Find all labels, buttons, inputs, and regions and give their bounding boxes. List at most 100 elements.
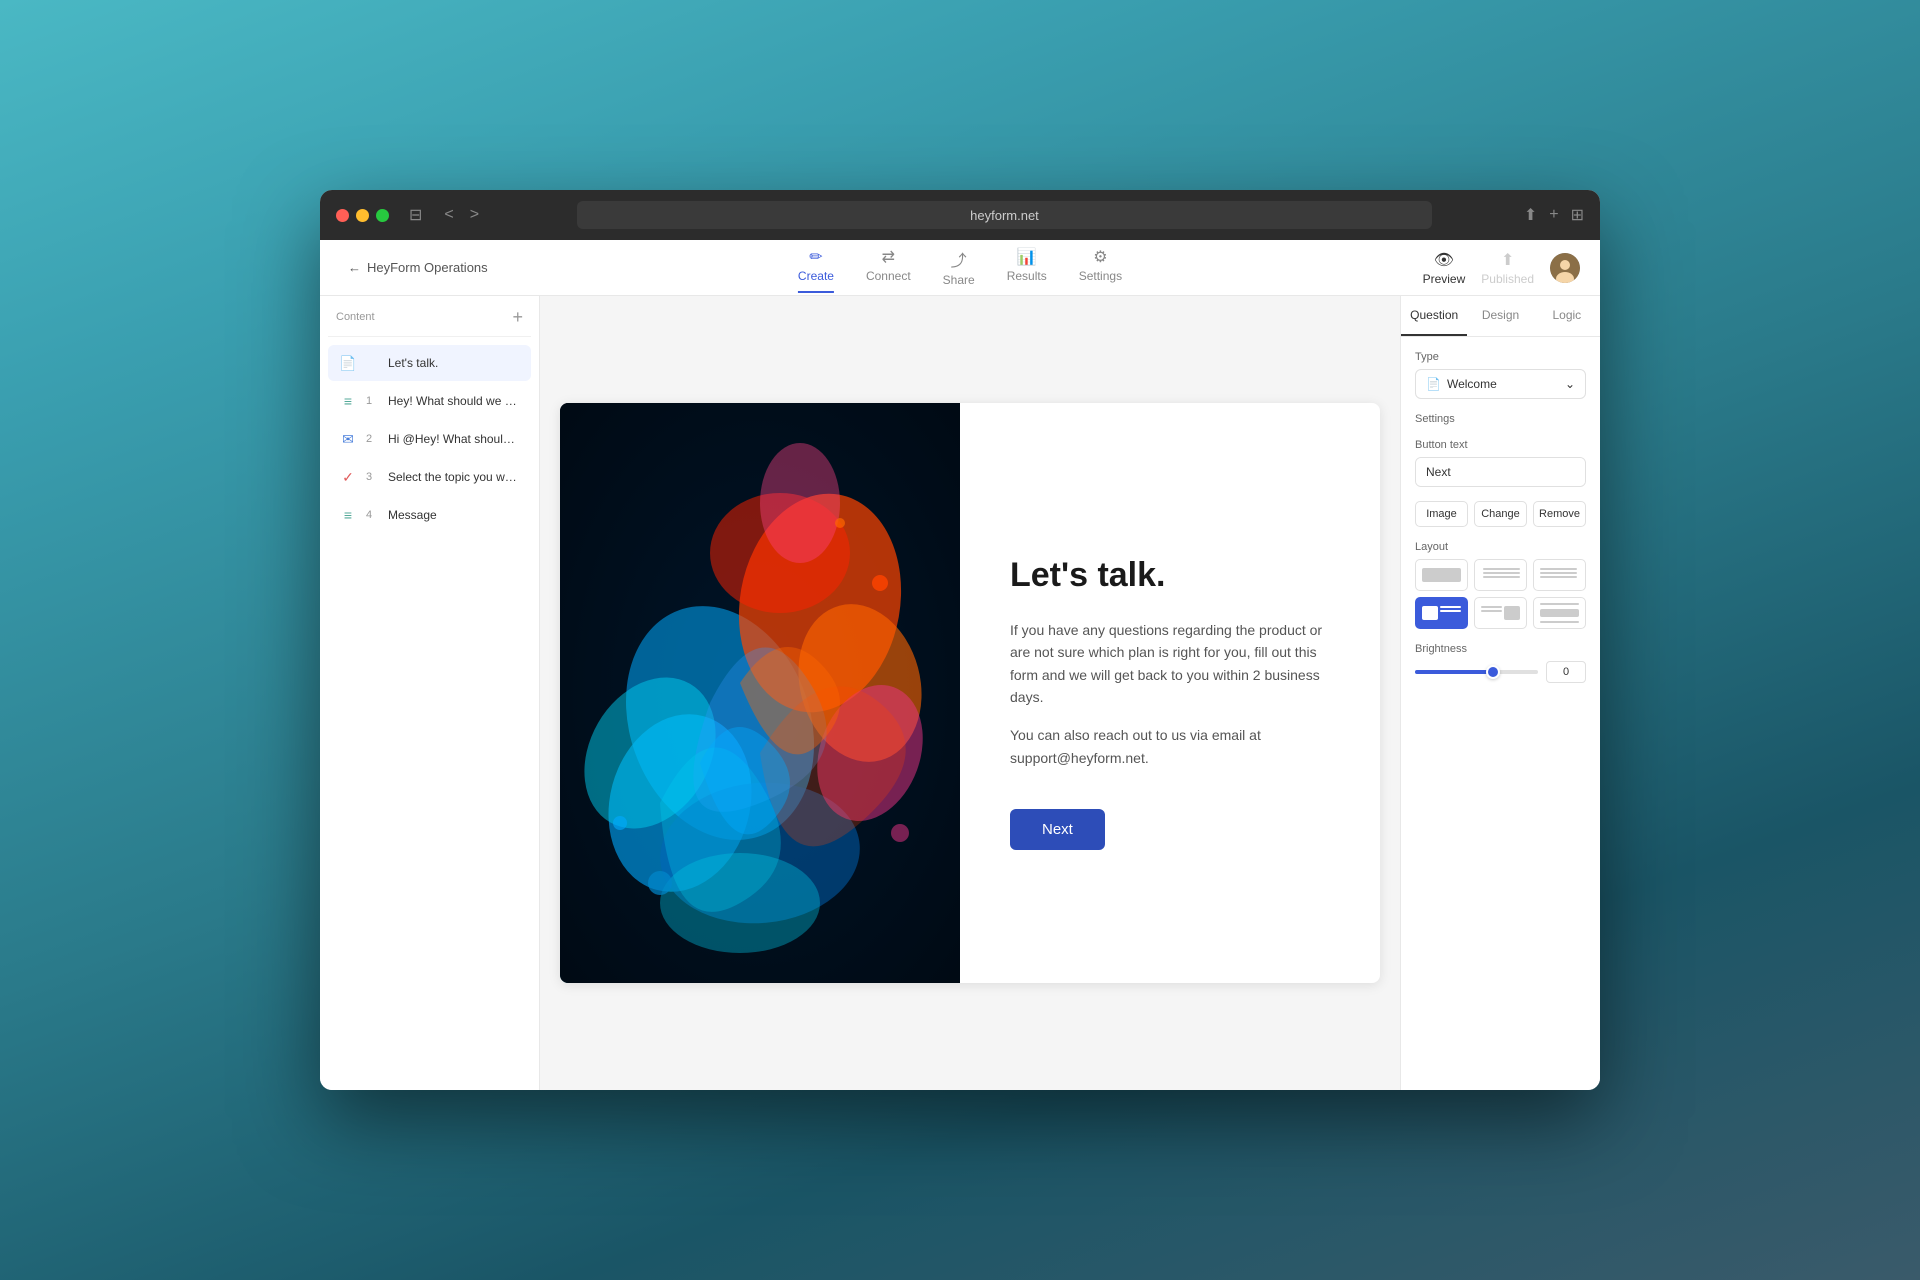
sidebar-item-welcome[interactable]: 📄 Let's talk. bbox=[328, 345, 531, 381]
preview-button[interactable]: 👁 Preview bbox=[1423, 250, 1466, 286]
image-section: Image Change Remove bbox=[1415, 501, 1586, 527]
create-icon: ✏ bbox=[809, 247, 822, 267]
image-button[interactable]: Image bbox=[1415, 501, 1468, 527]
sidebar-item-q2[interactable]: ✉ 2 Hi @Hey! What should we call you?. E… bbox=[328, 421, 531, 457]
brightness-slider-track[interactable] bbox=[1415, 670, 1538, 674]
back-to-forms-button[interactable]: ← HeyForm Operations bbox=[340, 256, 496, 279]
brightness-section-label: Brightness bbox=[1415, 643, 1586, 655]
sidebar-item-num-q1: 1 bbox=[366, 395, 380, 407]
close-traffic-light[interactable] bbox=[336, 209, 349, 222]
sidebar-item-icon-q3: ✓ bbox=[338, 467, 358, 487]
sidebar: Content + 📄 Let's talk. ≡ 1 Hey! What sh… bbox=[320, 296, 540, 1090]
tab-settings[interactable]: ⚙ Settings bbox=[1079, 243, 1122, 293]
form-preview-card: Let's talk. If you have any questions re… bbox=[560, 403, 1380, 983]
app-header: ← HeyForm Operations ✏ Create ⇄ Connect … bbox=[320, 240, 1600, 296]
user-avatar[interactable] bbox=[1550, 253, 1580, 283]
panel-tab-design-label: Design bbox=[1482, 308, 1519, 322]
layout-section-label: Layout bbox=[1415, 541, 1586, 553]
sidebar-toggle-button[interactable]: ⊟ bbox=[409, 205, 422, 225]
new-tab-button[interactable]: + bbox=[1549, 205, 1558, 225]
eye-icon: 👁 bbox=[1434, 250, 1454, 270]
layout-line-4 bbox=[1540, 568, 1577, 570]
layout-option-6[interactable] bbox=[1533, 597, 1586, 629]
panel-tab-logic-label: Logic bbox=[1552, 308, 1581, 322]
preview-label: Preview bbox=[1423, 272, 1466, 286]
panel-tab-question[interactable]: Question bbox=[1401, 296, 1467, 336]
type-select-dropdown[interactable]: 📄 Welcome ⌄ bbox=[1415, 369, 1586, 399]
panel-body: Type 📄 Welcome ⌄ Settings Button text bbox=[1401, 337, 1600, 1090]
sidebar-item-text-q2: Hi @Hey! What should we call you?. Enter… bbox=[388, 432, 521, 446]
type-select-icon: 📄 bbox=[1426, 377, 1441, 391]
sidebar-item-q1[interactable]: ≡ 1 Hey! What should we call you? bbox=[328, 383, 531, 419]
maximize-traffic-light[interactable] bbox=[376, 209, 389, 222]
layout-line-1 bbox=[1483, 568, 1520, 570]
type-select-value: 📄 Welcome bbox=[1426, 377, 1497, 391]
layout-line-2 bbox=[1483, 572, 1520, 574]
button-text-input[interactable] bbox=[1416, 458, 1586, 486]
layout-sel-block bbox=[1422, 606, 1438, 620]
layout-option-4-selected[interactable] bbox=[1415, 597, 1468, 629]
layout-option-3[interactable] bbox=[1533, 559, 1586, 591]
layout-option-1[interactable] bbox=[1415, 559, 1468, 591]
form-next-button[interactable]: Next bbox=[1010, 809, 1105, 850]
title-bar-actions: ⬆ + ⊞ bbox=[1524, 205, 1584, 225]
settings-section-label: Settings bbox=[1415, 413, 1586, 425]
remove-image-button[interactable]: Remove bbox=[1533, 501, 1586, 527]
header-right: 👁 Preview ⬆ Published bbox=[1423, 250, 1580, 286]
brightness-section: Brightness bbox=[1415, 643, 1586, 683]
address-bar[interactable]: heyform.net bbox=[577, 201, 1432, 229]
minimize-traffic-light[interactable] bbox=[356, 209, 369, 222]
layout-thick-bar bbox=[1540, 609, 1579, 617]
main-nav-tabs: ✏ Create ⇄ Connect ⤴ Share 📊 Results ⚙ S… bbox=[798, 243, 1122, 293]
back-label: HeyForm Operations bbox=[367, 260, 488, 275]
brightness-slider-thumb[interactable] bbox=[1486, 665, 1500, 679]
sidebar-item-text-q3: Select the topic you want to discuss bbox=[388, 470, 521, 484]
layout-half-preview bbox=[1481, 568, 1520, 582]
type-select-text: Welcome bbox=[1447, 377, 1497, 391]
published-button[interactable]: ⬆ Published bbox=[1481, 250, 1534, 286]
type-section: Type 📄 Welcome ⌄ bbox=[1415, 351, 1586, 399]
back-button[interactable]: < bbox=[438, 204, 459, 226]
layout-option-2[interactable] bbox=[1474, 559, 1527, 591]
layout-line-3 bbox=[1483, 576, 1520, 578]
sidebar-item-q4[interactable]: ≡ 4 Message bbox=[328, 497, 531, 533]
form-content-panel: Let's talk. If you have any questions re… bbox=[960, 403, 1380, 983]
layout-line-5 bbox=[1540, 572, 1577, 574]
settings-icon: ⚙ bbox=[1093, 247, 1107, 267]
layout-line-10 bbox=[1540, 621, 1579, 623]
layout-half-preview-2 bbox=[1540, 568, 1579, 582]
ink-splash-image bbox=[560, 403, 960, 983]
add-content-button[interactable]: + bbox=[512, 308, 523, 326]
grid-button[interactable]: ⊞ bbox=[1571, 205, 1584, 225]
sidebar-item-text-q1: Hey! What should we call you? bbox=[388, 394, 521, 408]
layout-sel-line-1 bbox=[1440, 606, 1461, 608]
tab-connect[interactable]: ⇄ Connect bbox=[866, 243, 911, 293]
layout-line-8 bbox=[1481, 610, 1502, 612]
sidebar-item-text-q4: Message bbox=[388, 508, 437, 522]
tab-results[interactable]: 📊 Results bbox=[1007, 243, 1047, 293]
layout-lines-left bbox=[1540, 568, 1577, 582]
layout-line-9 bbox=[1540, 603, 1579, 605]
layout-grid bbox=[1415, 559, 1586, 629]
layout-option-5[interactable] bbox=[1474, 597, 1527, 629]
traffic-lights bbox=[336, 209, 389, 222]
layout-sel-line-2 bbox=[1440, 610, 1461, 612]
tab-share[interactable]: ⤴ Share bbox=[943, 243, 975, 293]
tab-results-label: Results bbox=[1007, 269, 1047, 283]
change-image-button[interactable]: Change bbox=[1474, 501, 1527, 527]
panel-tab-design[interactable]: Design bbox=[1467, 296, 1533, 336]
panel-tabs: Question Design Logic bbox=[1401, 296, 1600, 337]
brightness-value-input[interactable] bbox=[1546, 661, 1586, 683]
forward-button[interactable]: > bbox=[464, 204, 485, 226]
type-section-label: Type bbox=[1415, 351, 1586, 363]
panel-tab-logic[interactable]: Logic bbox=[1534, 296, 1600, 336]
tab-create-label: Create bbox=[798, 269, 834, 283]
settings-section: Settings Button text 4/24 bbox=[1415, 413, 1586, 487]
image-buttons-row: Image Change Remove bbox=[1415, 501, 1586, 527]
share-button[interactable]: ⬆ bbox=[1524, 205, 1537, 225]
sidebar-item-num-q3: 3 bbox=[366, 471, 380, 483]
sidebar-item-q3[interactable]: ✓ 3 Select the topic you want to discuss bbox=[328, 459, 531, 495]
tab-create[interactable]: ✏ Create bbox=[798, 243, 834, 293]
right-panel: Question Design Logic Type 📄 Welcome bbox=[1400, 296, 1600, 1090]
tab-settings-label: Settings bbox=[1079, 269, 1122, 283]
